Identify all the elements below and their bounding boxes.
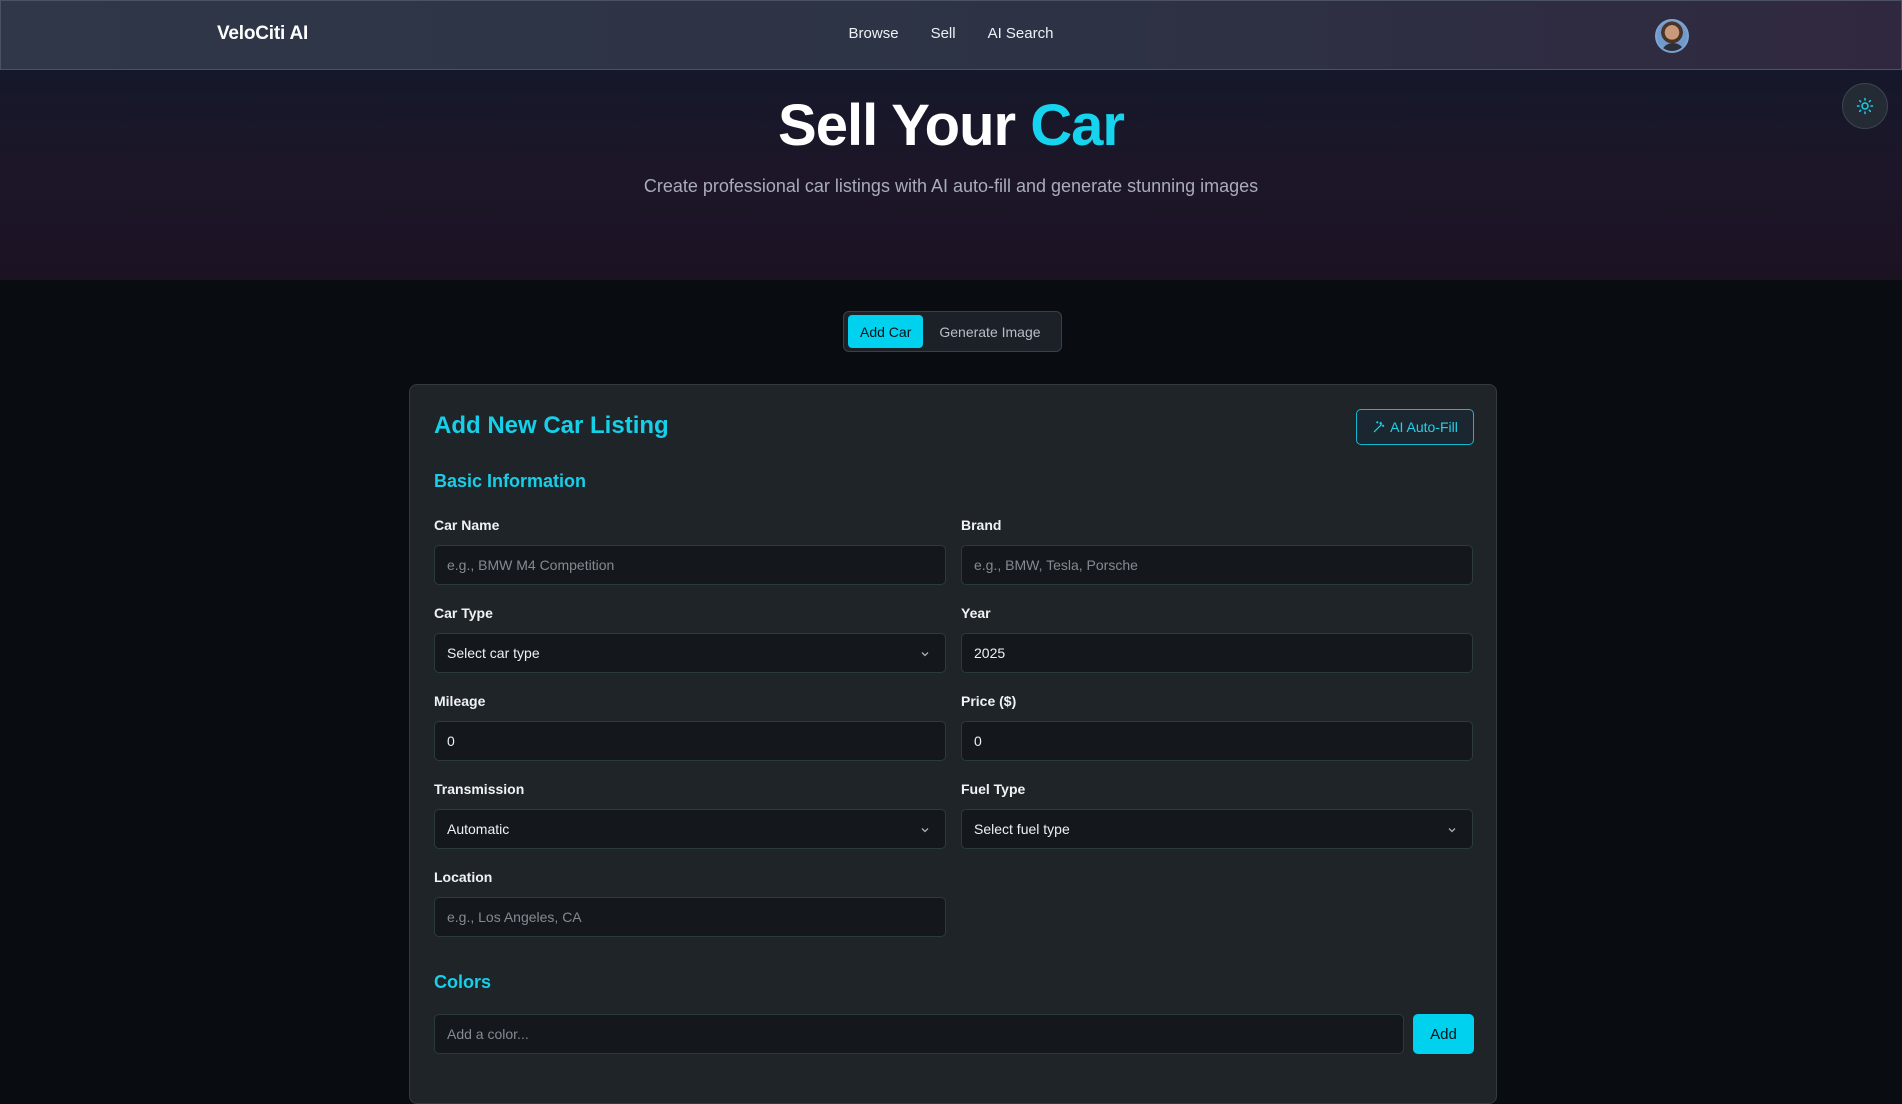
- sun-icon: [1856, 97, 1874, 115]
- year-label: Year: [961, 605, 991, 621]
- fuel-type-select[interactable]: Select fuel type: [961, 809, 1473, 849]
- chevron-down-icon: [921, 652, 929, 657]
- price-label: Price ($): [961, 693, 1017, 709]
- theme-toggle-button[interactable]: [1842, 83, 1888, 129]
- car-type-label: Car Type: [434, 605, 493, 621]
- tab-generate-image[interactable]: Generate Image: [927, 315, 1052, 348]
- year-input[interactable]: 2025: [961, 633, 1473, 673]
- color-input[interactable]: Add a color...: [434, 1014, 1404, 1054]
- section-colors: Colors: [434, 972, 492, 992]
- fuel-type-value: Select fuel type: [974, 821, 1070, 837]
- avatar-shirt: [1661, 43, 1685, 51]
- mileage-label: Mileage: [434, 693, 486, 709]
- hero-section: Sell Your Car Create professional car li…: [0, 70, 1902, 280]
- car-type-select[interactable]: Select car type: [434, 633, 946, 673]
- form-title: Add New Car Listing: [434, 412, 669, 439]
- page-title-main: Sell Your: [778, 93, 1016, 158]
- nav-links: Browse Sell AI Search: [1, 25, 1901, 42]
- chevron-down-icon: [921, 828, 929, 833]
- page-subtitle: Create professional car listings with AI…: [643, 176, 1259, 196]
- add-color-button[interactable]: Add: [1413, 1014, 1474, 1054]
- ai-autofill-label: AI Auto-Fill: [1390, 419, 1458, 435]
- nav-link-sell[interactable]: Sell: [931, 25, 956, 42]
- mode-tabs: Add Car Generate Image: [843, 311, 1062, 352]
- nav-link-ai-search[interactable]: AI Search: [988, 25, 1054, 42]
- transmission-value: Automatic: [447, 821, 510, 837]
- price-input[interactable]: 0: [961, 721, 1473, 761]
- nav-link-browse[interactable]: Browse: [849, 25, 899, 42]
- brand-label: Brand: [961, 517, 1002, 533]
- page-title: Sell Your Car: [0, 92, 1902, 159]
- transmission-label: Transmission: [434, 781, 525, 797]
- tab-add-car[interactable]: Add Car: [848, 315, 924, 348]
- car-name-label: Car Name: [434, 517, 500, 533]
- top-navbar: VeloCiti AI Browse Sell AI Search: [0, 0, 1902, 70]
- chevron-down-icon: [1448, 828, 1456, 833]
- section-basic-information: Basic Information: [434, 471, 587, 491]
- transmission-select[interactable]: Automatic: [434, 809, 946, 849]
- car-type-value: Select car type: [447, 645, 540, 661]
- location-label: Location: [434, 869, 493, 885]
- page-title-accent: Car: [1030, 93, 1125, 158]
- add-listing-card: Add New Car Listing AI Auto-Fill Basic I…: [409, 384, 1497, 1104]
- wand-icon: [1373, 421, 1385, 433]
- brand-input[interactable]: e.g., BMW, Tesla, Porsche: [961, 545, 1473, 585]
- user-avatar[interactable]: [1655, 19, 1689, 53]
- car-name-input[interactable]: e.g., BMW M4 Competition: [434, 545, 946, 585]
- ai-autofill-button[interactable]: AI Auto-Fill: [1356, 409, 1474, 445]
- mileage-input[interactable]: 0: [434, 721, 946, 761]
- location-input[interactable]: e.g., Los Angeles, CA: [434, 897, 946, 937]
- fuel-type-label: Fuel Type: [961, 781, 1026, 797]
